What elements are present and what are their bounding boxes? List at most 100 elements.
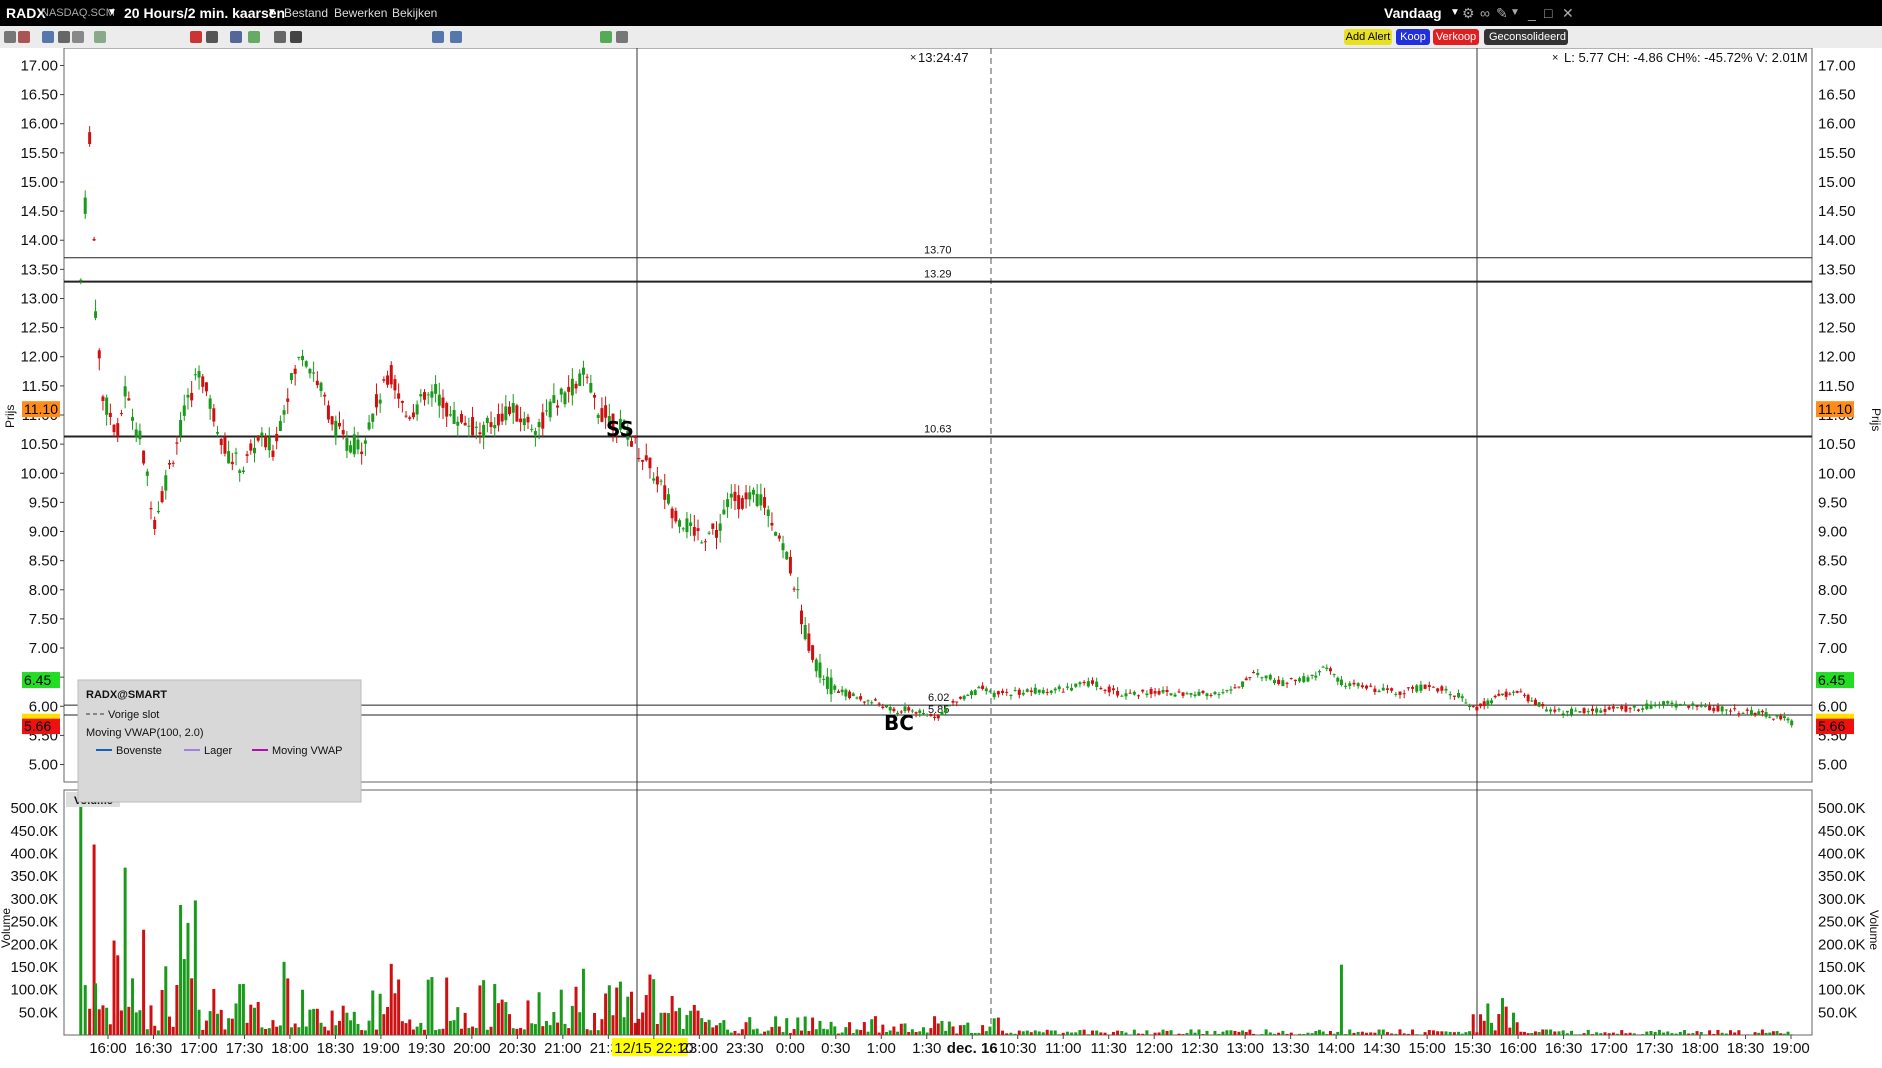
circle-icon[interactable]	[248, 31, 260, 43]
volume-bar	[878, 1033, 881, 1035]
candle-body	[867, 700, 870, 701]
buy-button[interactable]: Koop	[1396, 29, 1430, 45]
candle-body	[519, 419, 522, 423]
candle-body	[523, 418, 526, 425]
grid-icon[interactable]	[94, 31, 106, 43]
symbol-dropdown-icon[interactable]: ▼	[107, 7, 117, 18]
volume-bar	[552, 1012, 555, 1035]
close-icon[interactable]: ✕	[1562, 5, 1574, 22]
time-tick-label: 18:30	[1727, 1040, 1765, 1057]
volume-bar	[1549, 1029, 1552, 1035]
zoom-out-icon[interactable]	[450, 31, 462, 43]
sell-button[interactable]: Verkoop	[1433, 29, 1479, 45]
volume-bar	[1424, 1032, 1427, 1035]
mountain-icon[interactable]	[230, 31, 242, 43]
volume-bar	[393, 993, 396, 1035]
maximize-icon[interactable]: □	[1544, 5, 1552, 21]
candle-body	[826, 677, 829, 689]
menu-edit[interactable]: Bewerken	[334, 6, 387, 20]
candle-body	[1527, 695, 1530, 701]
volume-bar	[1277, 1033, 1280, 1035]
link-icon[interactable]: ∞	[1480, 5, 1490, 21]
time-tick-label: 17:30	[1636, 1040, 1674, 1057]
period-selector[interactable]: 20 Hours/2 min. kaarsen	[124, 5, 285, 21]
candle-body	[157, 511, 160, 512]
time-tick-label: 23:00	[681, 1040, 719, 1057]
crosshair-icon[interactable]	[274, 31, 286, 43]
time-tick-label: 11:00	[1045, 1040, 1081, 1057]
bars-icon[interactable]	[206, 31, 218, 43]
volume-bar	[1530, 1033, 1533, 1035]
candle-body	[774, 532, 777, 536]
candle-body	[320, 383, 323, 391]
volume-bar	[682, 1029, 685, 1035]
volume-tick-label-right: 100.0K	[1818, 982, 1866, 999]
candle-body	[741, 498, 744, 509]
volume-plot-area[interactable]	[64, 790, 1812, 1035]
chart-annotation[interactable]: BC	[884, 711, 914, 735]
chart-annotation[interactable]: SS	[606, 417, 634, 441]
candle-body	[926, 714, 929, 715]
candle-body	[1483, 701, 1486, 706]
volume-bar	[1670, 1033, 1673, 1035]
candle-body	[1624, 706, 1627, 712]
info-line: L: 5.77 CH: -4.86 CH%: -45.72% V: 2.01M	[1564, 50, 1808, 65]
volume-bar	[186, 923, 189, 1035]
candle-body	[700, 542, 703, 543]
volume-bar	[120, 1010, 123, 1035]
candle-body	[175, 442, 178, 443]
options-dropdown-icon[interactable]: ▼	[1510, 7, 1520, 18]
volume-bar	[1054, 1030, 1057, 1035]
symbol-label[interactable]: RADX	[6, 5, 46, 21]
candle-body	[1170, 693, 1173, 695]
period-dropdown-icon[interactable]: ▼	[267, 7, 277, 18]
open-icon[interactable]	[4, 31, 16, 43]
volume-bar	[637, 1019, 640, 1035]
menu-view[interactable]: Bekijken	[392, 6, 437, 20]
candle-body	[641, 460, 644, 462]
menu-file[interactable]: Bestand	[284, 6, 328, 20]
volume-bar	[342, 1006, 345, 1035]
price-plot-area[interactable]	[64, 48, 1812, 782]
today-dropdown-icon[interactable]: ▼	[1450, 7, 1460, 18]
candle-body	[1464, 703, 1467, 704]
refresh-icon[interactable]	[600, 31, 612, 43]
time-tick-label: 16:00	[89, 1040, 127, 1057]
time-tick-label: 14:00	[1317, 1040, 1355, 1057]
candle-body	[1612, 706, 1615, 708]
legend-box[interactable]: RADX@SMART Vorige slot Moving VWAP(100, …	[78, 680, 361, 802]
candle-body	[1490, 700, 1493, 703]
gear-icon[interactable]: ⚙	[1462, 5, 1475, 22]
undo-icon[interactable]	[58, 31, 70, 43]
pencil-icon[interactable]	[190, 31, 202, 43]
candle-body	[1453, 696, 1456, 697]
volume-bar	[227, 1018, 230, 1035]
consolidated-button[interactable]: Geconsolideerd	[1484, 29, 1568, 45]
volume-bar	[1318, 1030, 1321, 1035]
volume-bar	[870, 1019, 873, 1035]
zoom-in-icon[interactable]	[432, 31, 444, 43]
candle-body	[1078, 682, 1081, 684]
volume-tick-label-left: 200.0K	[10, 936, 58, 953]
settings-icon[interactable]	[72, 31, 84, 43]
pin-icon[interactable]: ✎	[1496, 5, 1508, 22]
add-alert-button[interactable]: Add Alert	[1344, 29, 1392, 45]
candle-body	[1721, 706, 1724, 711]
save-icon[interactable]	[18, 31, 30, 43]
print-icon[interactable]	[42, 31, 54, 43]
minimize-icon[interactable]: _	[1528, 5, 1536, 21]
cursor-icon[interactable]	[290, 31, 302, 43]
volume-bar	[1725, 1034, 1728, 1035]
today-selector[interactable]: Vandaag	[1384, 5, 1442, 21]
time-tick-label: 19:00	[1772, 1040, 1810, 1057]
volume-bar	[1091, 1031, 1094, 1035]
price-chart-panel[interactable]: 17.0017.0016.5016.5016.0016.0015.5015.50…	[0, 48, 1882, 1068]
candle-body	[782, 543, 785, 550]
chart-svg[interactable]: 17.0017.0016.5016.5016.0016.0015.5015.50…	[0, 48, 1882, 1063]
volume-bar	[1158, 1032, 1161, 1035]
volume-bar	[327, 1030, 330, 1035]
candle-body	[1260, 677, 1263, 678]
volume-bar	[1074, 1032, 1077, 1035]
pin-icon[interactable]	[616, 31, 628, 43]
candle-body	[1150, 689, 1153, 694]
